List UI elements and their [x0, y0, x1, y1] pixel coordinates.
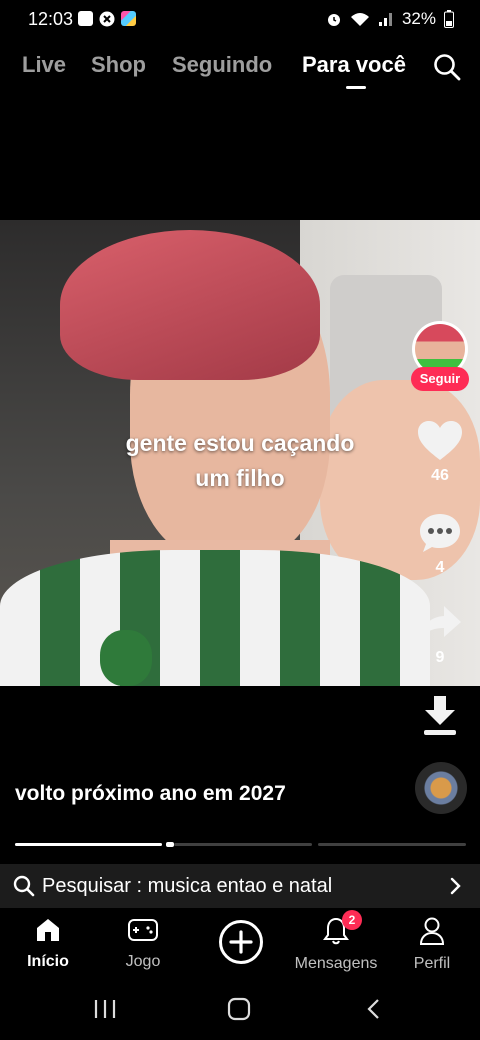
progress-segment-3[interactable] — [318, 843, 466, 846]
nav-messages[interactable]: Mensagens — [290, 916, 382, 973]
nav-profile[interactable]: Perfil — [404, 916, 460, 973]
chevron-right-icon — [450, 877, 461, 895]
top-tabs: Live Shop Seguindo Para você — [0, 46, 480, 89]
progress-fill — [15, 843, 162, 846]
home-system-icon[interactable] — [226, 997, 252, 1021]
nav-home-label: Início — [27, 953, 69, 970]
tab-shop[interactable]: Shop — [91, 52, 146, 78]
notification-icons — [78, 11, 136, 27]
nav-game-label: Jogo — [125, 953, 161, 970]
comment-count: 4 — [435, 559, 445, 576]
search-icon[interactable] — [432, 52, 462, 82]
bottom-nav: Início Jogo Mensagens 2 Perfil — [0, 910, 480, 978]
search-icon — [13, 875, 35, 897]
like-button[interactable]: 46 — [416, 420, 464, 485]
comment-icon — [420, 514, 460, 552]
person-icon — [419, 917, 445, 945]
video-shirt-shape — [0, 550, 430, 686]
caption-line-1: gente estou caçando — [125, 430, 355, 456]
clock: 12:03 — [28, 9, 74, 29]
signal-icon — [378, 13, 392, 26]
share-arrow-icon — [420, 606, 461, 641]
battery-percent: 32% — [401, 9, 436, 28]
follow-button[interactable]: Seguir — [411, 367, 469, 391]
video-description: volto próximo ano em 2027 — [15, 782, 286, 805]
app-icon — [121, 11, 136, 26]
download-icon[interactable] — [420, 694, 460, 738]
nav-profile-label: Perfil — [413, 955, 451, 972]
recent-apps-icon[interactable] — [92, 997, 118, 1021]
share-button[interactable]: 9 — [416, 604, 464, 667]
create-plus-icon — [219, 920, 263, 964]
system-icons: 32% — [326, 9, 454, 29]
tab-following[interactable]: Seguindo — [172, 52, 272, 78]
caption-line-2: um filho — [195, 465, 285, 491]
video-player[interactable]: gente estou caçando um filho — [0, 220, 480, 686]
nav-game[interactable]: Jogo — [113, 916, 173, 971]
wifi-icon — [350, 13, 369, 26]
video-crest-shape — [100, 630, 152, 686]
music-disc-icon[interactable] — [415, 762, 467, 814]
active-tab-indicator — [346, 86, 366, 89]
video-caption: gente estou caçando um filho — [60, 426, 420, 496]
nav-home[interactable]: Início — [18, 916, 78, 971]
share-count: 9 — [435, 649, 445, 666]
heart-icon — [418, 421, 462, 460]
tab-for-you[interactable]: Para você — [302, 52, 406, 78]
close-circle-icon — [99, 11, 115, 27]
tab-live[interactable]: Live — [22, 52, 66, 78]
home-icon — [37, 919, 59, 941]
search-suggestion-bar[interactable]: Pesquisar : musica entao e natal — [0, 864, 480, 908]
gamepad-icon — [128, 919, 158, 941]
comment-button[interactable]: 4 — [416, 512, 464, 577]
progress-segment-2[interactable] — [174, 843, 312, 846]
system-navigation-bar — [0, 985, 480, 1040]
video-hair-shape — [60, 230, 320, 380]
create-button[interactable] — [217, 919, 265, 970]
battery-icon — [444, 10, 454, 28]
back-icon[interactable] — [362, 997, 386, 1021]
alarm-icon — [327, 14, 340, 26]
progress-handle[interactable] — [166, 842, 174, 847]
like-count: 46 — [431, 467, 449, 484]
nav-messages-label: Mensagens — [294, 955, 378, 972]
image-icon — [78, 11, 93, 26]
search-suggestion-text: Pesquisar : musica entao e natal — [42, 875, 333, 897]
status-bar: 12:03 32% — [0, 0, 480, 38]
notification-badge: 2 — [342, 910, 362, 930]
